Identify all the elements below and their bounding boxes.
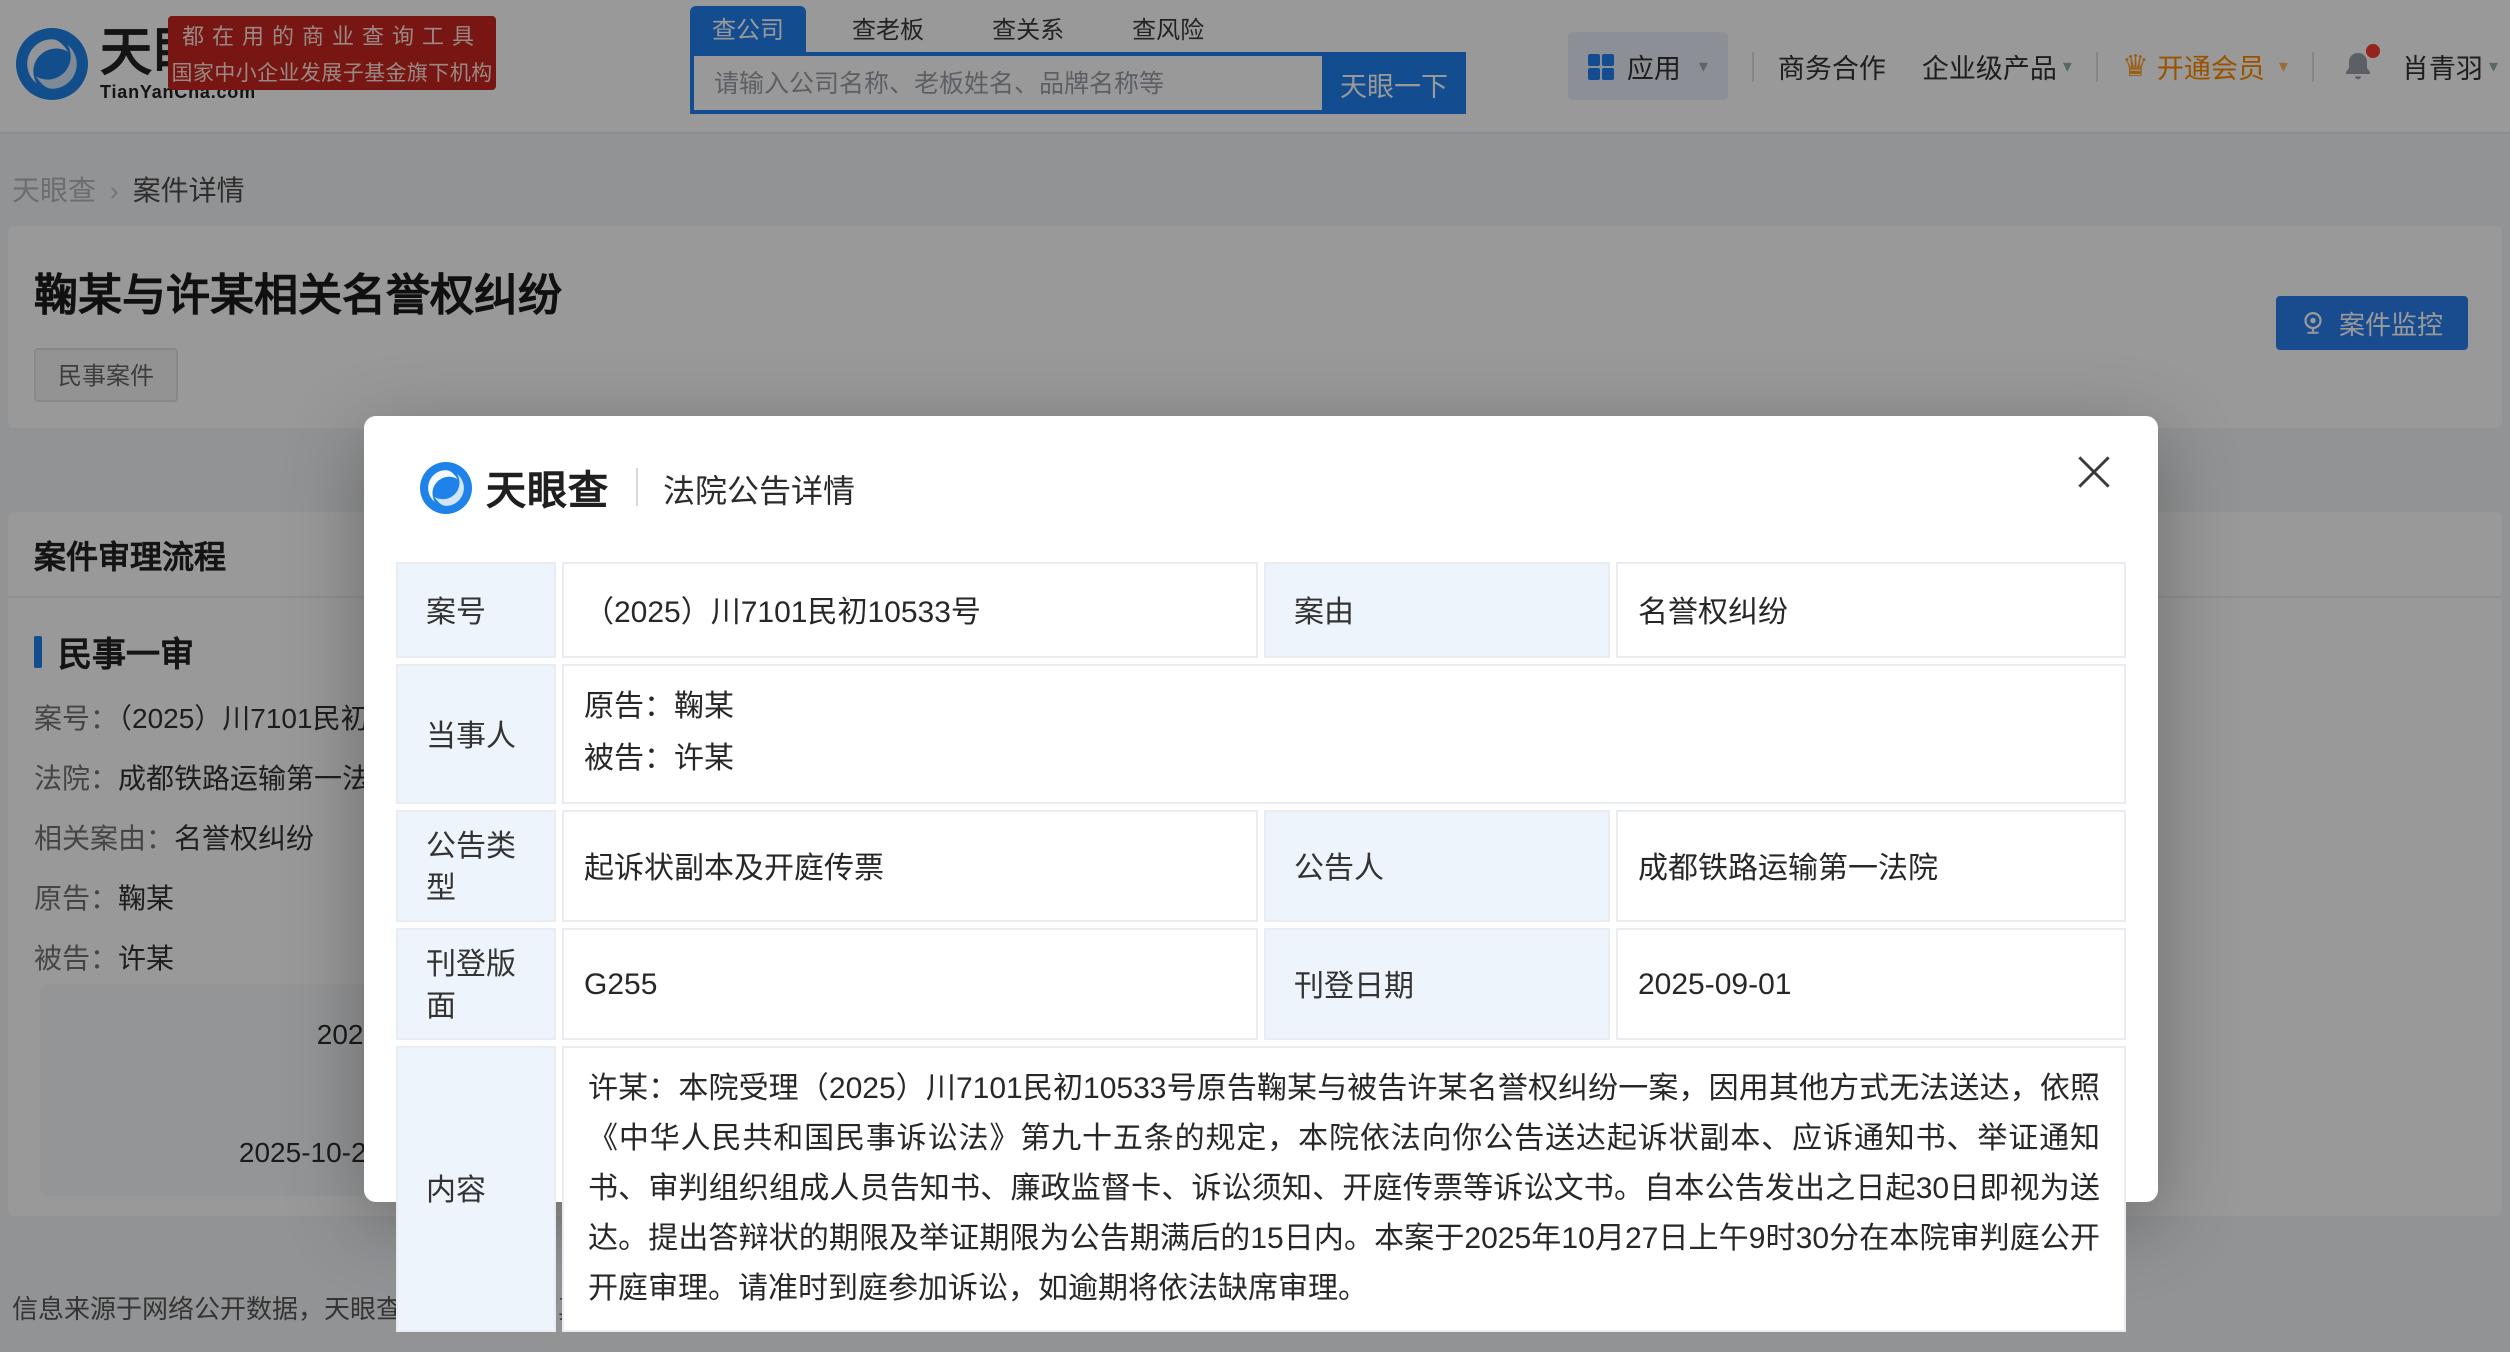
- page-label: 刊登版面: [396, 928, 556, 1040]
- party-label: 当事人: [396, 664, 556, 804]
- content-label: 内容: [396, 1046, 556, 1332]
- announcer-label: 公告人: [1264, 810, 1610, 922]
- close-icon: [2076, 454, 2112, 490]
- type-value: 起诉状副本及开庭传票: [562, 810, 1258, 922]
- modal-title-divider: [635, 468, 637, 506]
- page-value: G255: [562, 928, 1258, 1040]
- type-label: 公告类型: [396, 810, 556, 922]
- case-no-label: 案号: [396, 562, 556, 658]
- party-value: 原告：鞠某 被告：许某: [562, 664, 2126, 804]
- table-row: 内容 许某：本院受理（2025）川7101民初10533号原告鞠某与被告许某名誉…: [396, 1046, 2126, 1332]
- table-row: 刊登版面 G255 刊登日期 2025-09-01: [396, 928, 2126, 1040]
- table-row: 公告类型 起诉状副本及开庭传票 公告人 成都铁路运输第一法院: [396, 810, 2126, 922]
- modal-title: 法院公告详情: [663, 463, 855, 511]
- date-label: 刊登日期: [1264, 928, 1610, 1040]
- modal-close-button[interactable]: [2076, 454, 2112, 490]
- date-value: 2025-09-01: [1616, 928, 2126, 1040]
- page: 天眼查 TianYanCha.com 都在用的商业查询工具 国家中小企业发展子基…: [0, 0, 2510, 1352]
- court-announcement-modal: 天眼查 法院公告详情 案号 （2025）川7101民初10533号 案由 名誉权…: [364, 416, 2158, 1202]
- table-row: 案号 （2025）川7101民初10533号 案由 名誉权纠纷: [396, 562, 2126, 658]
- table-row: 当事人 原告：鞠某 被告：许某: [396, 664, 2126, 804]
- cause-label: 案由: [1264, 562, 1610, 658]
- modal-brand-text: 天眼查: [486, 458, 609, 516]
- content-value: 许某：本院受理（2025）川7101民初10533号原告鞠某与被告许某名誉权纠纷…: [562, 1046, 2126, 1332]
- modal-header: 天眼查 法院公告详情: [420, 458, 855, 516]
- tianyancha-swirl-icon: [420, 461, 472, 513]
- announcer-value: 成都铁路运输第一法院: [1616, 810, 2126, 922]
- cause-value: 名誉权纠纷: [1616, 562, 2126, 658]
- case-no-value: （2025）川7101民初10533号: [562, 562, 1258, 658]
- announcement-table: 案号 （2025）川7101民初10533号 案由 名誉权纠纷 当事人 原告：鞠…: [390, 556, 2132, 1338]
